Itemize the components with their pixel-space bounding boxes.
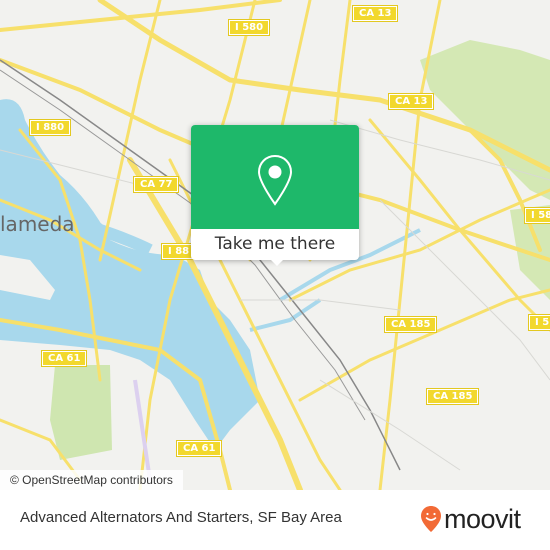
road-shield-ca61: CA 61 (175, 440, 223, 457)
road-shield-i580: I 5 (527, 314, 550, 331)
place-title: Advanced Alternators And Starters, SF Ba… (20, 509, 342, 526)
water-canal (249, 298, 322, 332)
take-me-there-button[interactable]: Take me there (191, 229, 359, 260)
road-shield-i880: I 880 (28, 119, 72, 136)
road-shield-ca185: CA 185 (383, 316, 438, 333)
moovit-pin-icon (421, 506, 441, 532)
map-view[interactable]: lameda I 580 CA 13 CA 13 I 880 CA 77 I 8… (0, 0, 550, 490)
brand-name: moovit (444, 504, 521, 534)
park-area (50, 365, 112, 460)
location-popup: Take me there (191, 125, 359, 266)
map-attribution[interactable]: © OpenStreetMap contributors (0, 470, 183, 490)
footer: Advanced Alternators And Starters, SF Ba… (0, 490, 550, 550)
popup-tail (269, 258, 285, 266)
road-shield-ca13: CA 13 (387, 93, 435, 110)
map-pin-icon (257, 154, 293, 206)
city-label: lameda (0, 212, 75, 236)
road-shield-i580: I 580 (227, 19, 271, 36)
road-shield-ca77: CA 77 (132, 176, 180, 193)
road-shield-i580: I 58 (523, 207, 550, 224)
road-shield-ca13: CA 13 (351, 5, 399, 22)
road-shield-ca185: CA 185 (425, 388, 480, 405)
road-shield-ca61: CA 61 (40, 350, 88, 367)
moovit-logo[interactable]: moovit (420, 505, 521, 533)
popup-header (191, 125, 359, 229)
